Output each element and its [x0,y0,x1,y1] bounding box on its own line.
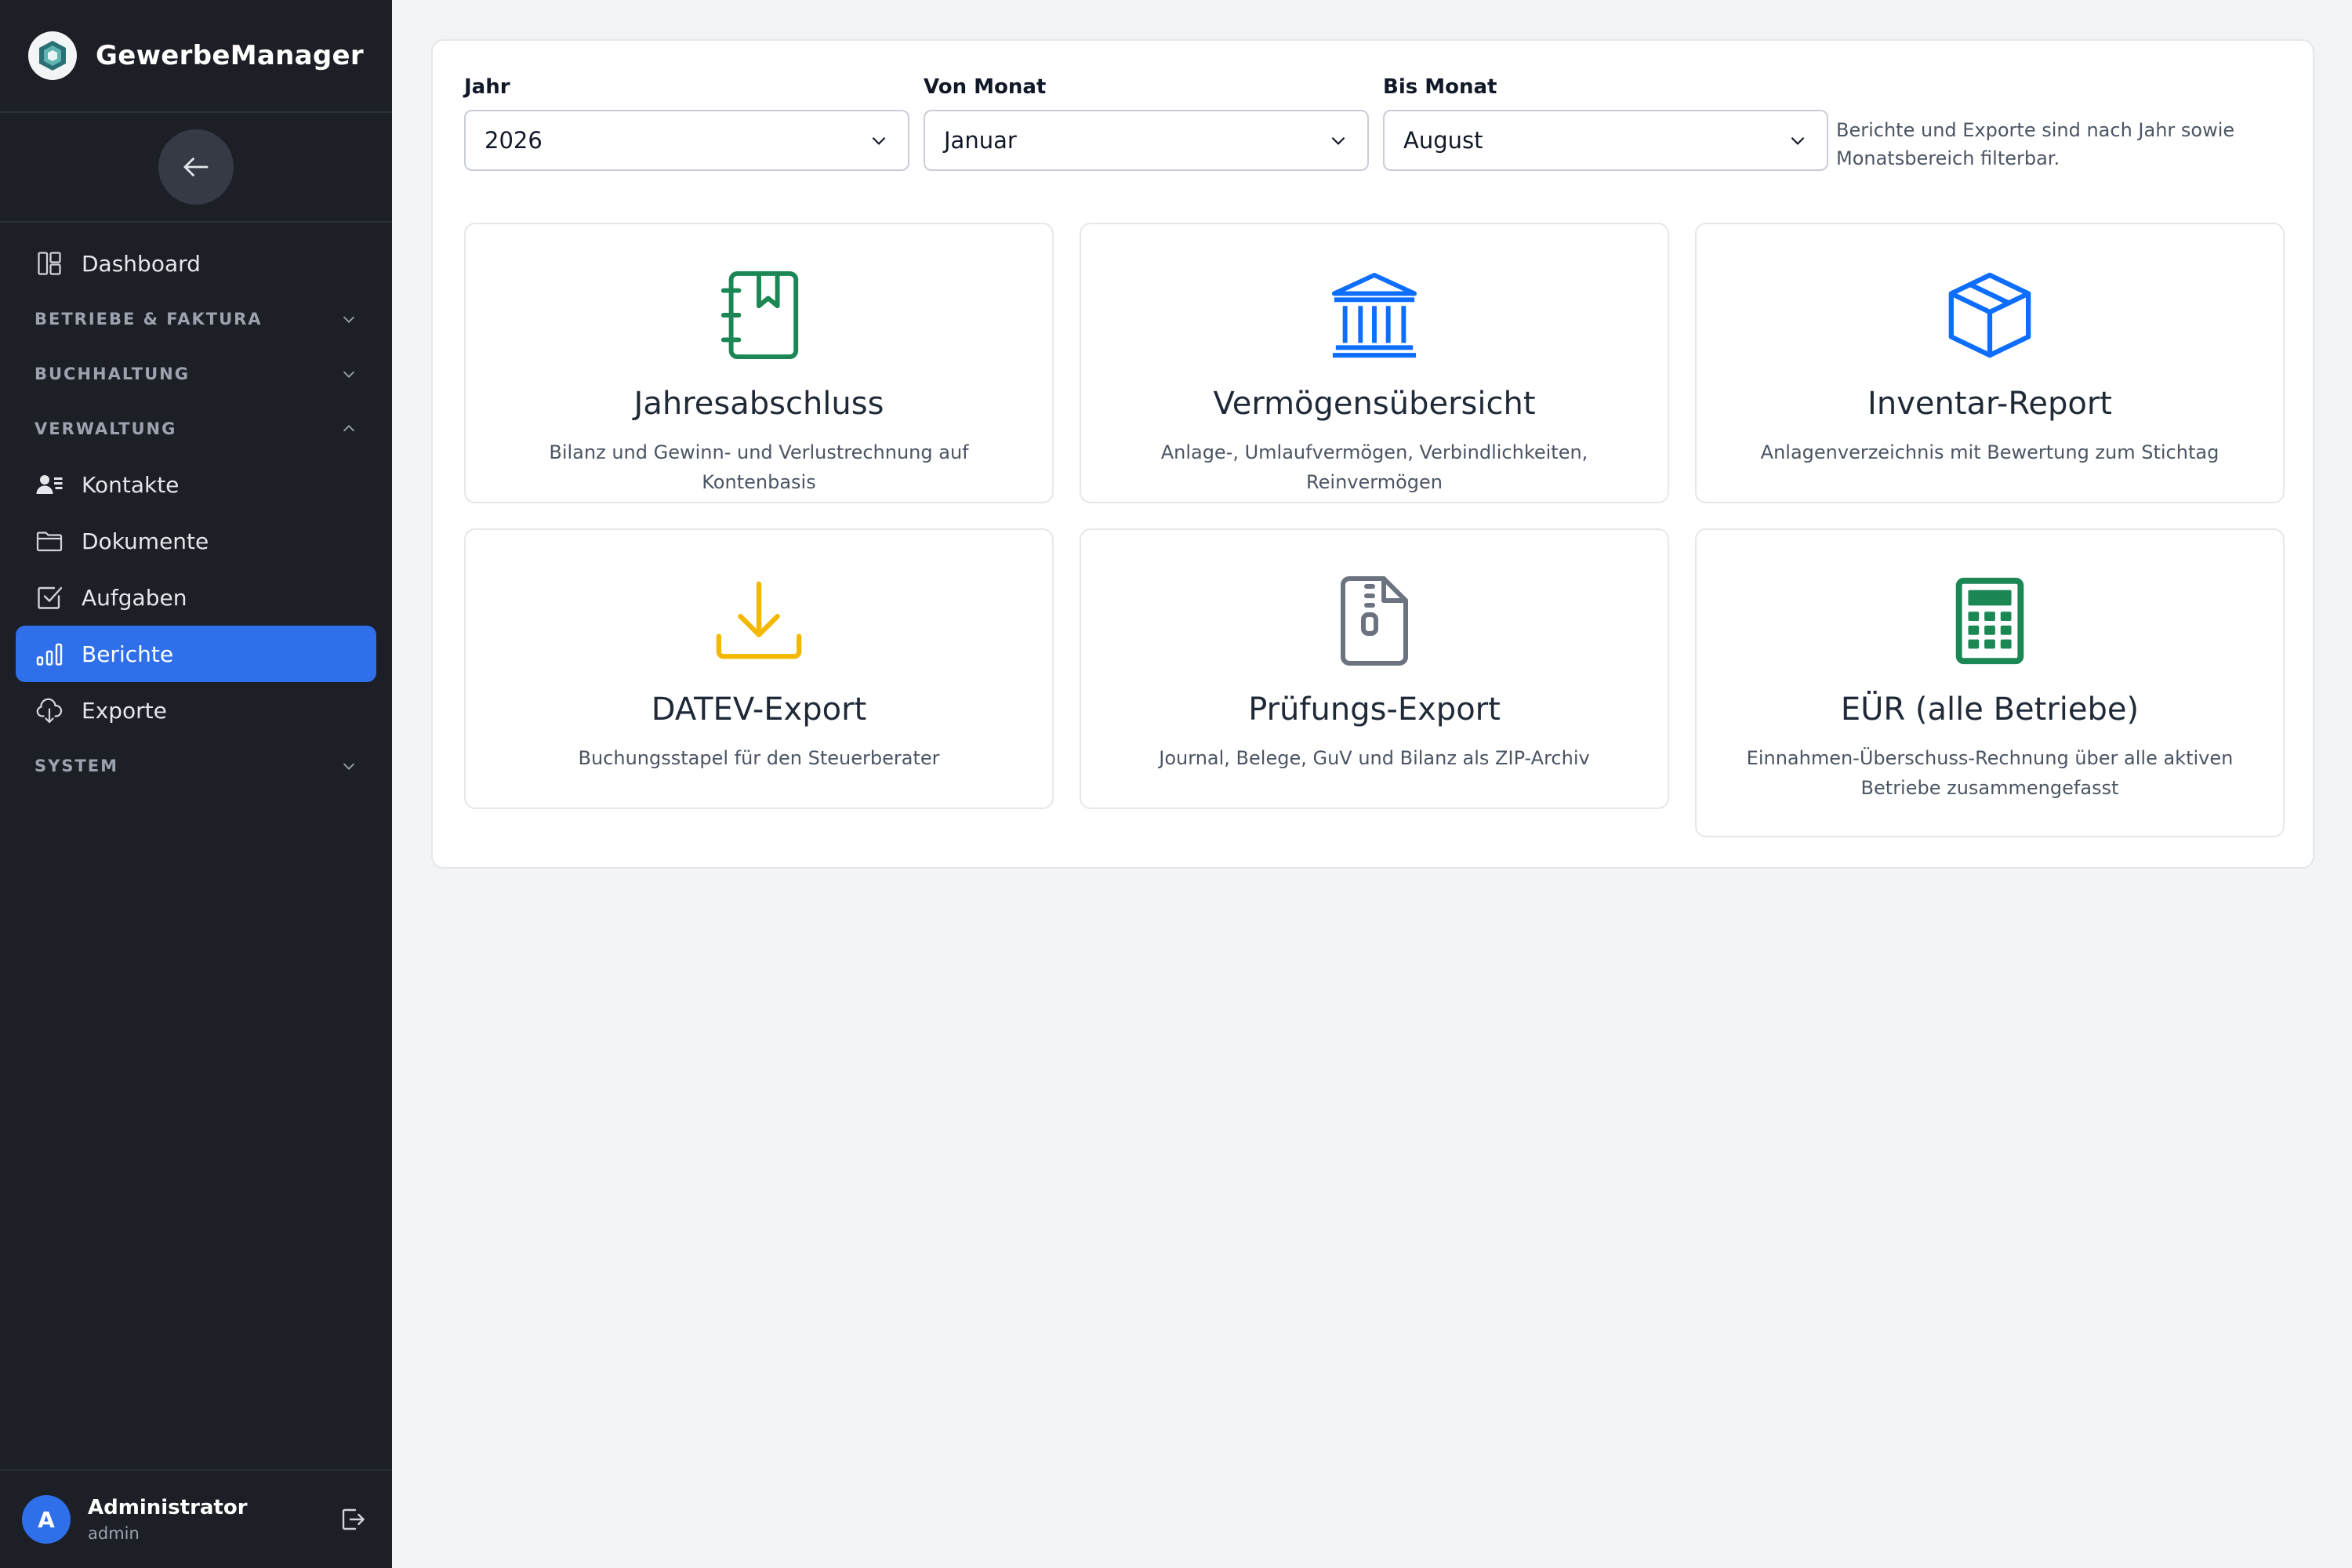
year-value: 2026 [485,127,543,154]
card-description: Anlage-, Umlaufvermögen, Verbindlichkeit… [1160,441,1588,493]
brand[interactable]: GewerbeManager [0,0,392,113]
card-description: Einnahmen-Überschuss-Rechnung über alle … [1746,747,2234,799]
card-title: Inventar-Report [1867,386,2112,422]
sidebar-item-label: Dashboard [82,250,201,277]
calculator-icon [1697,571,2283,671]
user-name: Administrator [88,1496,248,1519]
report-card-euer[interactable]: EÜR (alle Betriebe) Einnahmen-Überschuss… [1695,528,2285,837]
filter-hint: Berichte und Exporte sind nach Jahr sowi… [1836,119,2235,169]
user-panel: A Administrator admin [0,1469,392,1568]
report-card-jahresabschluss[interactable]: Jahresabschluss Bilanz und Gewinn- und V… [464,223,1054,503]
sidebar-item-exporte[interactable]: Exporte [16,682,376,739]
year-select[interactable]: 2026 [464,110,909,171]
from-month-label: Von Monat [924,75,1047,99]
chevron-down-icon [343,316,355,323]
journal-bookmark-icon [466,265,1052,365]
sidebar-item-dokumente[interactable]: Dokumente [16,513,376,569]
card-description: Buchungsstapel für den Steuerberater [578,747,940,769]
from-month-value: Januar [944,127,1017,154]
filter-to-month: Bis Monat August [1383,75,1828,171]
section-label: BETRIEBE & FAKTURA [34,310,263,328]
chevron-down-icon [872,136,886,145]
filter-row: Jahr 2026 Von Monat Januar Bis Monat Aug… [464,75,1828,171]
reports-panel: Jahr 2026 Von Monat Januar Bis Monat Aug… [431,39,2314,869]
to-month-label: Bis Monat [1383,75,1497,99]
logout-button[interactable] [336,1502,370,1537]
chevron-down-icon [343,371,355,378]
sidebar-item-dashboard[interactable]: Dashboard [16,235,376,292]
report-card-datev-export[interactable]: DATEV-Export Buchungsstapel für den Steu… [464,528,1054,809]
collapse-sidebar-button[interactable] [158,129,234,205]
to-month-value: August [1403,127,1483,154]
checkbox-icon [34,583,64,612]
to-month-select[interactable]: August [1383,110,1828,171]
card-title: Vermögensübersicht [1213,386,1536,422]
section-label: SYSTEM [34,757,119,775]
report-card-inventar-report[interactable]: Inventar-Report Anlagenverzeichnis mit B… [1695,223,2285,503]
download-icon [466,571,1052,671]
chevron-up-icon [343,425,355,432]
chevron-down-icon [1331,136,1345,145]
collapse-area [0,113,392,223]
brand-logo-icon [28,31,77,80]
sidebar-item-label: Aufgaben [82,584,187,611]
zip-file-icon [1081,571,1668,671]
section-betriebe-faktura[interactable]: BETRIEBE & FAKTURA [16,292,376,347]
sidebar-item-label: Dokumente [82,528,209,554]
contacts-icon [34,470,64,499]
card-title: Jahresabschluss [633,386,884,422]
bank-icon [1081,265,1668,365]
report-card-vermoegensuebersicht[interactable]: Vermögensübersicht Anlage-, Umlaufvermög… [1080,223,1669,503]
chevron-down-icon [343,763,355,770]
section-label: BUCHHALTUNG [34,365,190,383]
box-icon [1697,265,2283,365]
sidebar-item-berichte[interactable]: Berichte [16,626,376,682]
logout-icon [342,1508,365,1530]
sidebar-item-label: Exporte [82,697,167,724]
filter-from-month: Von Monat Januar [924,75,1369,171]
user-info: Administrator admin [88,1496,248,1543]
layout-grid-icon [34,249,64,278]
card-title: DATEV-Export [651,691,867,728]
from-month-select[interactable]: Januar [924,110,1369,171]
user-role: admin [88,1524,140,1543]
section-verwaltung[interactable]: VERWALTUNG [16,401,376,456]
card-title: Prüfungs-Export [1248,691,1501,728]
card-description: Anlagenverzeichnis mit Bewertung zum Sti… [1760,441,2220,463]
section-buchhaltung[interactable]: BUCHHALTUNG [16,347,376,401]
bar-chart-icon [34,639,64,669]
card-description: Journal, Belege, GuV und Bilanz als ZIP-… [1159,747,1590,769]
sidebar-nav: Dashboard BETRIEBE & FAKTURA BUCHHALTUNG… [0,235,392,793]
sidebar: GewerbeManager Dashboard BETRIEBE & FAKT… [0,0,392,1568]
sidebar-item-label: Kontakte [82,471,180,498]
folder-icon [34,526,64,556]
avatar[interactable]: A [22,1495,71,1544]
sidebar-item-kontakte[interactable]: Kontakte [16,456,376,513]
brand-name: GewerbeManager [96,40,364,71]
report-card-pruefungs-export[interactable]: Prüfungs-Export Journal, Belege, GuV und… [1080,528,1669,809]
chevron-down-icon [1791,136,1805,145]
section-label: VERWALTUNG [34,419,177,438]
sidebar-item-label: Berichte [82,641,174,667]
cloud-download-icon [34,695,64,725]
arrow-left-icon [183,158,209,176]
sidebar-item-aufgaben[interactable]: Aufgaben [16,569,376,626]
card-description: Bilanz und Gewinn- und Verlustrechnung a… [549,441,969,493]
year-label: Jahr [464,75,510,99]
card-title: EÜR (alle Betriebe) [1840,691,2140,728]
filter-year: Jahr 2026 [464,75,909,171]
section-system[interactable]: SYSTEM [16,739,376,793]
